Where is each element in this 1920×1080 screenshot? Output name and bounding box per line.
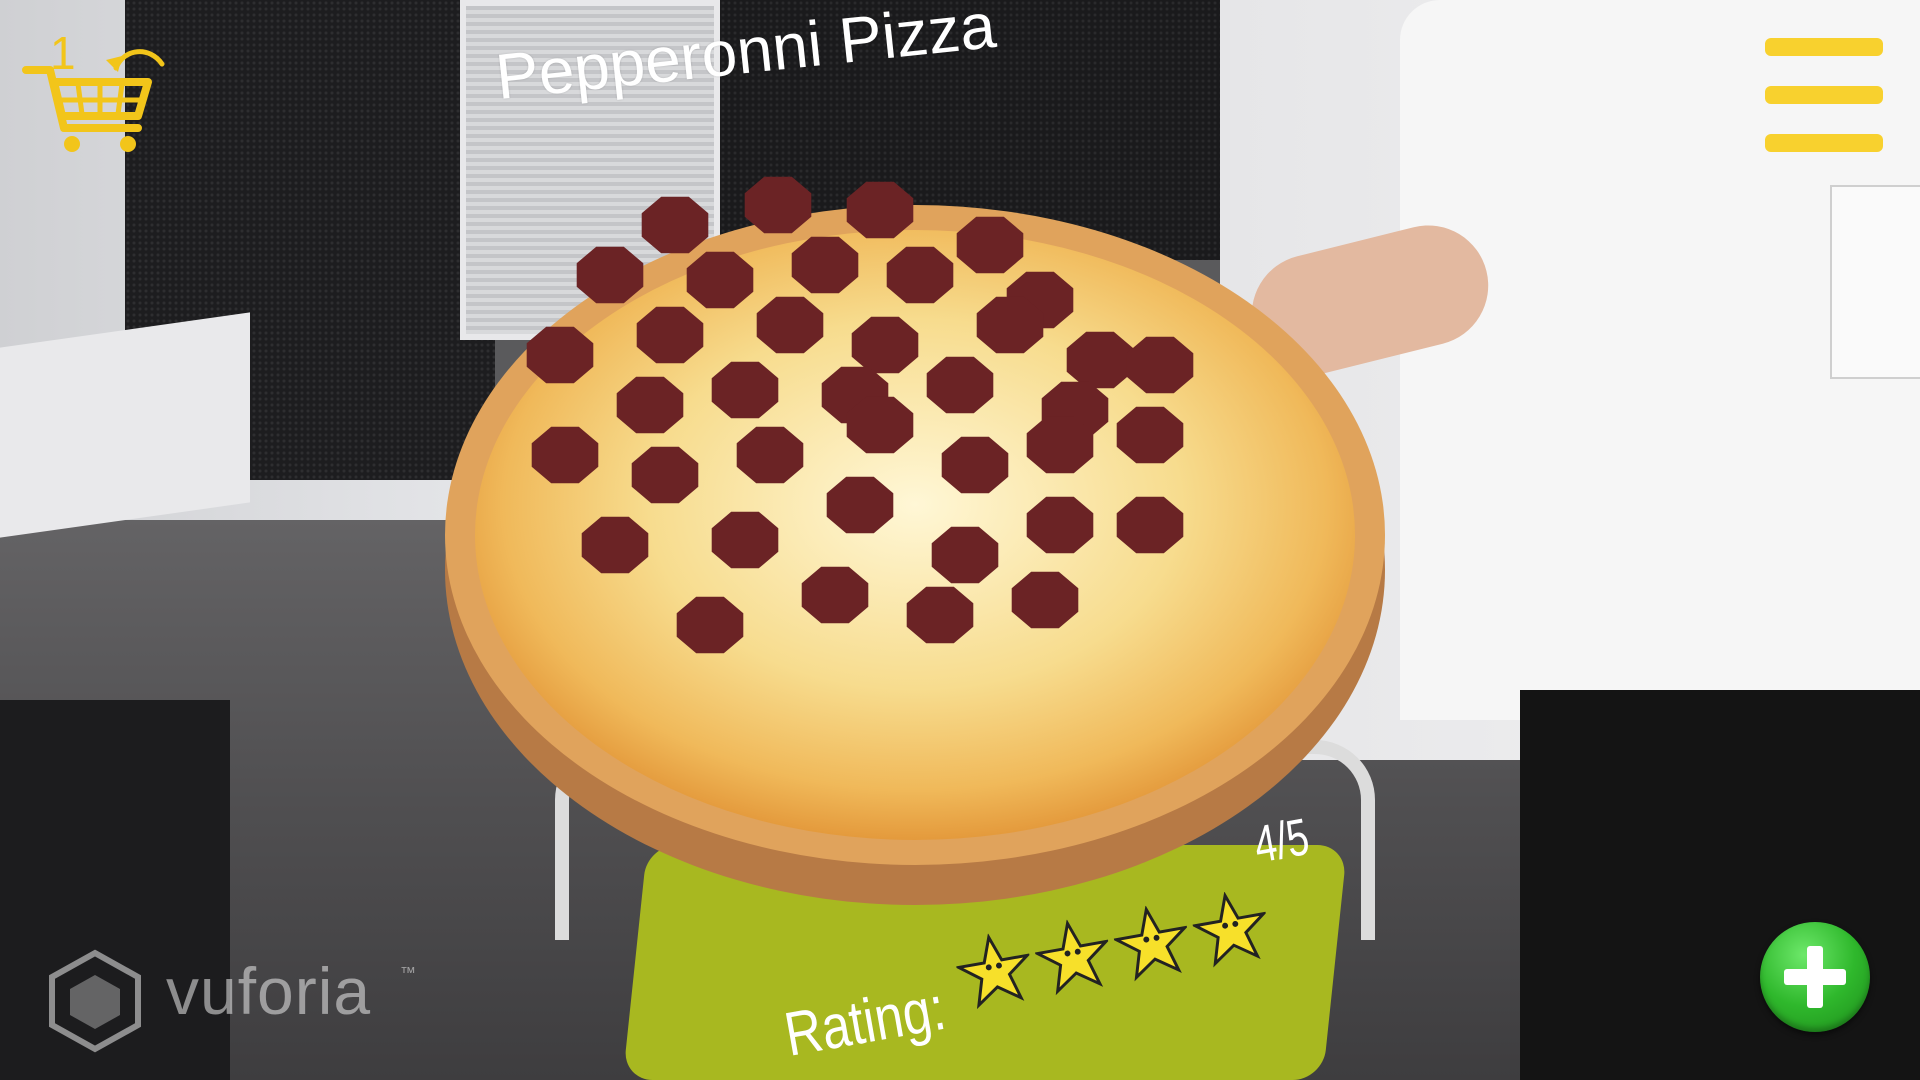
- pepperoni-slice: [846, 396, 914, 454]
- pepperoni-slice: [1011, 571, 1079, 629]
- hamburger-menu-icon-line: [1765, 86, 1883, 104]
- star-icon: [954, 933, 1032, 1010]
- pepperoni-slice: [641, 196, 709, 254]
- rating-value: 4/5: [1249, 808, 1314, 875]
- hamburger-menu-icon: [1765, 38, 1883, 56]
- pepperoni-slice: [531, 426, 599, 484]
- pepperoni-slice: [886, 246, 954, 304]
- pepperoni-slice: [801, 566, 869, 624]
- pepperoni-slice: [616, 376, 684, 434]
- pepperoni-slice: [756, 296, 824, 354]
- pepperoni-slice: [744, 176, 812, 234]
- pepperoni-slice: [941, 436, 1009, 494]
- pepperoni-slice: [581, 516, 649, 574]
- pepperoni-slice: [956, 216, 1024, 274]
- pepperoni-slice: [976, 296, 1044, 354]
- pepperoni-slice: [1126, 336, 1194, 394]
- vuforia-logo-icon: [49, 949, 141, 1053]
- pepperoni-slice: [711, 361, 779, 419]
- pepperoni-slice: [1026, 496, 1094, 554]
- star-icon: [1032, 919, 1111, 996]
- cart-count-badge: 1: [50, 27, 76, 79]
- pepperoni-slice: [1116, 496, 1184, 554]
- trademark-symbol: ™: [400, 965, 416, 982]
- plus-icon-vertical: [1807, 946, 1823, 1008]
- pepperoni-slice: [1116, 406, 1184, 464]
- pepperoni-slice: [1066, 331, 1134, 389]
- star-icon: [1111, 905, 1189, 982]
- shopping-cart-icon: [22, 49, 165, 152]
- pepperoni-slice: [926, 356, 994, 414]
- hamburger-menu-icon-line: [1765, 134, 1883, 152]
- pepperoni-slice: [931, 526, 999, 584]
- vuforia-watermark: vuforia ™: [40, 945, 420, 1055]
- pepperoni-slice: [736, 426, 804, 484]
- add-to-cart-button[interactable]: [1760, 922, 1870, 1032]
- pepperoni-slice: [636, 306, 704, 364]
- vuforia-wordmark: vuforia: [166, 954, 372, 1028]
- cart-button[interactable]: 1: [20, 20, 180, 160]
- pepperoni-slice: [851, 316, 919, 374]
- hamburger-menu-button[interactable]: [1765, 38, 1883, 152]
- desk: [0, 312, 250, 538]
- pepperoni-slice: [711, 511, 779, 569]
- name-badge: [1830, 185, 1920, 379]
- pepperoni-slice: [576, 246, 644, 304]
- person-pants: [1520, 690, 1920, 1080]
- pepperoni-slice: [1026, 416, 1094, 474]
- pepperoni-slice: [526, 326, 594, 384]
- pepperoni-slice: [631, 446, 699, 504]
- pepperoni-slice: [686, 251, 754, 309]
- pepperoni-slice: [826, 476, 894, 534]
- pepperoni-slice: [846, 181, 914, 239]
- pepperoni-slice: [906, 586, 974, 644]
- star-icon: [1190, 891, 1268, 968]
- pepperoni-slice: [791, 236, 859, 294]
- pepperoni-slice: [676, 596, 744, 654]
